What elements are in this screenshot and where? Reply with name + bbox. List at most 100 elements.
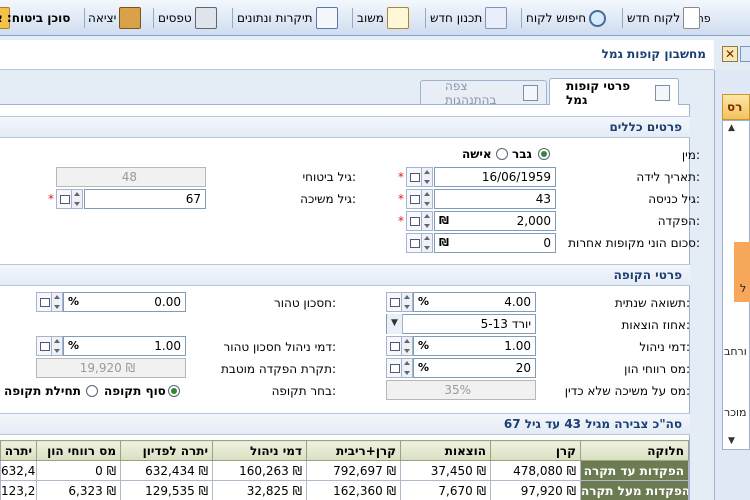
other-funds-label: סכום הוני מקופות אחרות: — [568, 236, 700, 250]
cap-gain-tax-field[interactable]: % 20 — [413, 358, 536, 378]
table-cell: 123,212 ₪ — [0, 480, 37, 500]
side-panel-item[interactable]: ל — [740, 282, 746, 295]
mgmt-fee-label: דמי ניהול: — [639, 340, 690, 354]
col-header: הוצאות — [400, 440, 491, 461]
table-row[interactable]: 123,212 ₪ 6,323 ₪ 129,535 ₪ 32,825 ₪ 162… — [0, 480, 689, 500]
required-marker: * — [398, 192, 404, 206]
annual-return-field[interactable]: % 4.00 — [413, 292, 536, 312]
annual-return-value: 4.00 — [504, 295, 531, 309]
insurance-age-value: 48 — [121, 170, 137, 184]
expense-label: אחוז הוצאות: — [621, 318, 690, 332]
gender-female-radio[interactable] — [496, 148, 508, 160]
net-mgmt-fee-list-icon[interactable] — [36, 336, 52, 356]
birth-date-spinner[interactable] — [421, 167, 433, 187]
period-end-radio[interactable] — [168, 385, 180, 397]
main-toolbar: פרטי לקוח חדש חיפוש לקוח תכנון חדש משוב … — [0, 0, 750, 36]
net-saving-spinner[interactable] — [51, 292, 63, 312]
birth-date-field[interactable]: 16/06/1959 — [434, 167, 556, 187]
col-header: חלוקה — [580, 440, 689, 461]
feedback-button[interactable]: משוב — [357, 5, 409, 31]
col-header: יתרה — [0, 440, 37, 461]
expense-value: יורד 5-13 — [480, 317, 531, 331]
net-saving-field[interactable]: % 0.00 — [63, 292, 186, 312]
table-row[interactable]: 632,434 ₪ 0 ₪ 632,434 ₪ 160,263 ₪ 792,69… — [0, 460, 689, 481]
shekel-unit: ₪ — [439, 236, 449, 249]
mgmt-fee-spinner[interactable] — [401, 336, 413, 356]
side-panel-item[interactable]: מוכר — [724, 406, 750, 419]
table-cell: 162,360 ₪ — [306, 480, 401, 500]
net-mgmt-fee-field[interactable]: % 1.00 — [63, 336, 186, 356]
other-funds-spinner[interactable] — [421, 233, 433, 253]
gender-male-radio[interactable] — [538, 148, 550, 160]
deposit-spinner[interactable] — [421, 211, 433, 231]
other-funds-list-icon[interactable] — [406, 233, 422, 253]
net-saving-label: חסכון טהור: — [273, 296, 336, 310]
new-plan-button[interactable]: תכנון חדש — [430, 5, 508, 31]
tab-view-behavior[interactable]: צפה בהתנהגות — [420, 79, 547, 107]
scroll-down-icon[interactable]: ▼ — [728, 436, 735, 446]
search-client-button[interactable]: חיפוש לקוח — [526, 5, 607, 31]
forms-button[interactable]: טפסים — [158, 5, 217, 31]
percent-unit: % — [68, 295, 80, 308]
entry-age-field[interactable]: 43 — [434, 189, 556, 209]
mgmt-fee-field[interactable]: % 1.00 — [413, 336, 536, 356]
deposit-list-icon[interactable] — [406, 211, 422, 231]
annual-return-list-icon[interactable] — [386, 292, 402, 312]
general-section-title: פרטים כללים — [609, 120, 682, 134]
edit-doc-icon — [655, 84, 670, 101]
expense-select[interactable]: ▼ יורד 5-13 — [386, 314, 536, 334]
scroll-up-icon[interactable]: ▲ — [728, 123, 735, 133]
table-cell: 792,697 ₪ — [306, 460, 401, 481]
net-saving-list-icon[interactable] — [36, 292, 52, 312]
exit-label: יציאה — [88, 11, 117, 25]
table-cell: 0 ₪ — [36, 460, 121, 481]
table-cell: 97,920 ₪ — [490, 480, 581, 500]
entry-age-spinner[interactable] — [421, 189, 433, 209]
period-start-radio[interactable] — [86, 385, 98, 397]
side-panel-item[interactable]: ורחב — [724, 345, 750, 358]
percent-unit: % — [68, 339, 80, 352]
table-cell: 160,263 ₪ — [212, 460, 307, 481]
mgmt-fee-list-icon[interactable] — [386, 336, 402, 356]
side-panel-header[interactable]: רס — [722, 94, 750, 120]
printer-icon — [194, 7, 217, 29]
period-end-label: סוף תקופה — [104, 384, 166, 398]
rates-data-button[interactable]: תיקרות ונתונים — [237, 5, 338, 31]
calendar-table-icon — [315, 7, 338, 29]
pencil-note-icon — [386, 7, 409, 29]
withdraw-age-spinner[interactable] — [71, 189, 83, 209]
exit-button[interactable]: יציאה — [88, 5, 142, 31]
entry-age-list-icon[interactable] — [406, 189, 422, 209]
deposit-cap-label: תקרת הפקדה מוטבת: — [221, 362, 336, 376]
rates-data-label: תיקרות ונתונים — [237, 11, 313, 25]
table-cell: 478,080 ₪ — [490, 460, 581, 481]
withdraw-age-field[interactable]: 67 — [84, 189, 206, 209]
toolbar-separator — [521, 8, 522, 28]
tab-fund-details[interactable]: פרטי קופות גמל — [549, 78, 679, 107]
table-cell: 37,450 ₪ — [400, 460, 491, 481]
withdraw-age-list-icon[interactable] — [56, 189, 72, 209]
restore-icon[interactable] — [740, 46, 750, 62]
chevron-down-icon[interactable]: ▼ — [387, 314, 403, 334]
close-icon[interactable]: ✕ — [722, 46, 738, 62]
other-funds-field[interactable]: ₪ 0 — [434, 233, 556, 253]
required-marker: * — [398, 170, 404, 184]
cap-gain-tax-spinner[interactable] — [401, 358, 413, 378]
deposit-field[interactable]: ₪ 2,000 — [434, 211, 556, 231]
mgmt-fee-value: 1.00 — [504, 339, 531, 353]
entry-age-value: 43 — [535, 192, 551, 206]
table-cell: 129,535 ₪ — [120, 480, 213, 500]
cap-gain-tax-list-icon[interactable] — [386, 358, 402, 378]
net-mgmt-fee-spinner[interactable] — [51, 336, 63, 356]
gender-male-label: גבר — [512, 147, 532, 161]
new-client-button[interactable]: לקוח חדש — [627, 5, 701, 31]
new-document-icon — [683, 7, 701, 29]
col-header: קרן+ריבית — [306, 440, 401, 461]
entry-age-label: גיל כניסה: — [648, 192, 700, 206]
calendar-icon[interactable] — [406, 167, 422, 187]
annual-return-spinner[interactable] — [401, 292, 413, 312]
gender-label: מין: — [681, 148, 700, 162]
non-withdraw-tax-field: 35% — [386, 380, 536, 400]
deposit-cap-value: 19,920 ₪ — [79, 361, 135, 375]
new-plan-label: תכנון חדש — [430, 11, 483, 25]
